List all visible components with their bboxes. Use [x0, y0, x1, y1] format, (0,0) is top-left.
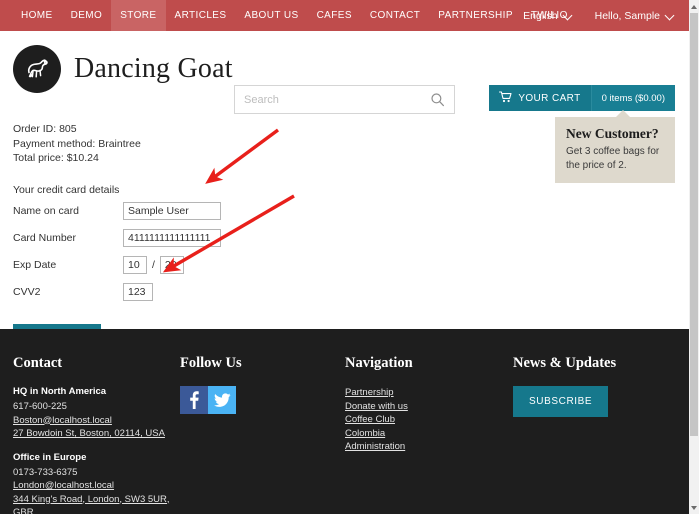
navigation-title: Navigation: [345, 355, 413, 371]
name-on-card-field[interactable]: [123, 201, 221, 220]
brand-name: Dancing Goat: [74, 53, 233, 84]
follow-us-title: Follow Us: [180, 355, 242, 371]
scrollbar-thumb[interactable]: [690, 13, 698, 436]
total-price: Total price: $10.24: [13, 152, 99, 164]
order-summary: Order ID: 805 Payment method: Braintree …: [13, 118, 689, 166]
footer-columns: Contact HQ in North America 617-600-225 Bo…: [0, 355, 689, 514]
office-address-link[interactable]: 344 King's Road, London, SW3 5UR, GBR: [13, 493, 180, 514]
news-updates-title: News & Updates: [513, 355, 617, 371]
cart-icon: [499, 90, 512, 106]
cvv2-row: CVV2: [13, 282, 689, 301]
main-content: Order ID: 805 Payment method: Braintree …: [0, 118, 689, 355]
footer-nav-link-coffee-club[interactable]: Coffee Club: [345, 413, 513, 427]
name-on-card-row: Name on card: [13, 201, 689, 220]
shopping-cart-bar[interactable]: YOUR CART 0 items ($0.00): [489, 85, 675, 111]
office-address-link[interactable]: 27 Bowdoin St, Boston, 02114, USA: [13, 427, 180, 441]
top-navigation-bar: HOME DEMO STORE ARTICLES ABOUT US CAFES CONTAC…: [0, 0, 689, 31]
subscribe-button[interactable]: SUBSCRIBE: [513, 386, 609, 417]
credit-card-section-label: Your credit card details: [13, 183, 120, 196]
office-list: HQ in North America 617-600-225 Boston@loc…: [13, 386, 180, 514]
card-number-field[interactable]: [123, 228, 221, 247]
exp-date-separator: /: [152, 258, 155, 271]
office-email-link[interactable]: Boston@localhost.local: [13, 414, 180, 428]
language-label: English: [523, 9, 558, 22]
nav-item-about-us[interactable]: ABOUT US: [235, 0, 307, 31]
card-number-label: Card Number: [13, 231, 77, 244]
top-nav-right-group: English Hello, Sample: [523, 0, 675, 31]
footer-contact-column: Contact HQ in North America 617-600-225 Bo…: [13, 355, 180, 514]
brand-logo-link[interactable]: Dancing Goat: [13, 45, 233, 93]
footer-nav-links: Partnership Donate with us Coffee Club Colo…: [345, 386, 513, 454]
nav-item-demo[interactable]: DEMO: [62, 0, 112, 31]
card-number-row: Card Number: [13, 228, 689, 247]
cart-count[interactable]: 0 items ($0.00): [590, 85, 675, 111]
office-email-link[interactable]: London@localhost.local: [13, 479, 180, 493]
site-header: Dancing Goat YOUR CART: [0, 31, 689, 183]
site-footer: Contact HQ in North America 617-600-225 Bo…: [0, 329, 689, 514]
footer-news-column: News & Updates SUBSCRIBE: [513, 355, 683, 514]
search-box[interactable]: [234, 85, 455, 114]
office-name: Office in Europe: [13, 451, 87, 463]
search-input[interactable]: [244, 93, 430, 106]
office-phone: 617-600-225: [13, 401, 67, 412]
language-selector[interactable]: English: [523, 10, 572, 22]
exp-month-field[interactable]: [123, 255, 147, 274]
contact-title: Contact: [13, 355, 63, 371]
footer-nav-link-partnership[interactable]: Partnership: [345, 386, 513, 400]
payment-method: Payment method: Braintree: [13, 137, 141, 150]
user-menu[interactable]: Hello, Sample: [595, 10, 675, 22]
nav-item-partnership[interactable]: PARTNERSHIP: [429, 0, 522, 31]
chevron-down-icon: [666, 11, 675, 20]
vertical-scrollbar[interactable]: [689, 0, 699, 514]
office-block: HQ in North America 617-600-225 Boston@loc…: [13, 386, 180, 441]
footer-nav-link-administration[interactable]: Administration: [345, 440, 513, 454]
cvv2-field[interactable]: [123, 282, 153, 301]
nav-item-store[interactable]: STORE: [111, 0, 166, 31]
footer-follow-column: Follow Us: [180, 355, 345, 514]
order-id: Order ID: 805: [13, 123, 77, 135]
nav-item-cafes[interactable]: CAFES: [308, 0, 361, 31]
social-links: [180, 386, 345, 414]
exp-date-label: Exp Date: [13, 258, 57, 271]
exp-year-field[interactable]: [159, 255, 184, 274]
cvv2-label: CVV2: [13, 285, 41, 298]
office-name: HQ in North America: [13, 386, 107, 397]
scroll-up-icon[interactable]: [689, 0, 699, 13]
facebook-icon[interactable]: [180, 386, 208, 414]
exp-date-row: Exp Date /: [13, 255, 689, 274]
scroll-down-icon[interactable]: [689, 501, 699, 514]
cart-label: YOUR CART: [518, 92, 581, 104]
footer-nav-link-colombia[interactable]: Colombia: [345, 427, 513, 441]
page-root: HOME DEMO STORE ARTICLES ABOUT US CAFES CONTAC…: [0, 0, 689, 514]
nav-item-contact[interactable]: CONTACT: [361, 0, 429, 31]
footer-nav-link-donate-with-us[interactable]: Donate with us: [345, 400, 513, 414]
search-icon[interactable]: [430, 92, 445, 107]
user-greeting-label: Hello, Sample: [594, 9, 660, 22]
footer-navigation-column: Navigation Partnership Donate with us Coff…: [345, 355, 513, 514]
nav-item-home[interactable]: HOME: [12, 0, 62, 31]
nav-item-articles[interactable]: ARTICLES: [166, 0, 236, 31]
cart-button[interactable]: YOUR CART: [489, 85, 591, 111]
goat-logo-icon: [13, 45, 61, 93]
chevron-down-icon: [564, 11, 573, 20]
primary-nav-items: HOME DEMO STORE ARTICLES ABOUT US CAFES CONTAC…: [0, 0, 577, 31]
name-on-card-label: Name on card: [13, 204, 79, 217]
office-phone: 0173-733-6375: [13, 466, 78, 478]
office-block: Office in Europe 0173-733-6375 London@loca…: [13, 452, 180, 514]
twitter-icon[interactable]: [208, 386, 236, 414]
